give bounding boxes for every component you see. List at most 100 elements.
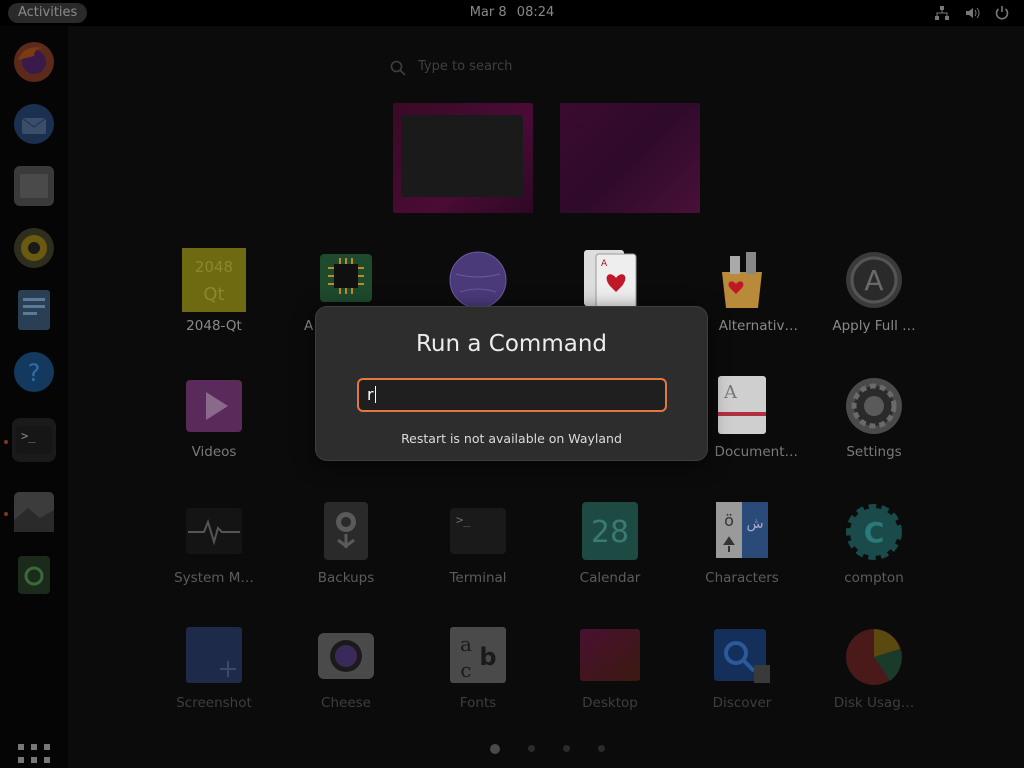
app-backups[interactable]: Backups bbox=[284, 500, 408, 610]
app-calendar[interactable]: 28 Calendar bbox=[548, 500, 672, 610]
disk-usage-icon bbox=[846, 629, 902, 685]
app-label: Fonts bbox=[459, 695, 497, 711]
page-dot-1[interactable] bbox=[490, 744, 500, 754]
show-apps-grid-icon[interactable] bbox=[16, 742, 52, 768]
app-label: Terminal bbox=[449, 570, 507, 586]
image-viewer-icon[interactable] bbox=[12, 490, 56, 534]
terminal-icon: >_ bbox=[450, 508, 506, 554]
search-icon bbox=[390, 60, 406, 76]
app-label: Settings bbox=[846, 444, 902, 460]
screenshot-icon bbox=[186, 627, 242, 683]
char-glyph-2: ش bbox=[746, 516, 763, 532]
running-indicator bbox=[4, 440, 8, 444]
app-discover[interactable]: Discover bbox=[680, 625, 804, 735]
page-dot-3[interactable] bbox=[563, 745, 570, 752]
app-settings[interactable]: Settings bbox=[812, 374, 936, 484]
app-compton[interactable]: C compton bbox=[812, 500, 936, 610]
fonts-icon: a b c bbox=[450, 627, 506, 683]
page-dot-2[interactable] bbox=[528, 745, 535, 752]
svg-text:?: ? bbox=[28, 359, 41, 387]
app-videos[interactable]: Videos bbox=[152, 374, 276, 484]
app-fonts[interactable]: a b c Fonts bbox=[416, 625, 540, 735]
workspace-thumbnail-2[interactable] bbox=[560, 103, 700, 213]
icon-glyph: A bbox=[864, 264, 883, 297]
writer-icon[interactable] bbox=[12, 288, 56, 332]
app-label: System M… bbox=[174, 570, 254, 586]
app-screenshot[interactable]: Screenshot bbox=[152, 625, 276, 735]
solitaire-icon: A bbox=[584, 250, 637, 311]
icon-glyph: C bbox=[864, 516, 885, 549]
trash-icon[interactable] bbox=[12, 552, 56, 596]
cpu-icon bbox=[320, 254, 372, 302]
font-glyph-a: a bbox=[460, 632, 472, 656]
dock: ? >_ bbox=[0, 26, 68, 768]
network-icon[interactable] bbox=[934, 5, 950, 21]
icon-glyph: >_ bbox=[456, 513, 471, 527]
char-glyph-1: ö bbox=[724, 511, 734, 530]
desktop-icon bbox=[580, 629, 640, 681]
app-label: Calendar bbox=[579, 570, 641, 586]
clock-date: Mar 8 bbox=[469, 5, 507, 20]
font-glyph-c: c bbox=[460, 658, 471, 682]
card-letter: A bbox=[601, 259, 608, 269]
compton-icon: C bbox=[846, 504, 902, 560]
backups-icon bbox=[324, 502, 368, 560]
run-command-dialog: Run a Command r Restart is not available… bbox=[315, 306, 708, 461]
dialog-message: Restart is not available on Wayland bbox=[401, 431, 622, 446]
app-label: Backups bbox=[317, 570, 375, 586]
tile-subtext: Qt bbox=[203, 284, 224, 305]
calendar-day: 28 bbox=[591, 515, 629, 550]
tile-text: 2048 bbox=[195, 258, 233, 276]
text-caret bbox=[374, 386, 376, 403]
discover-icon bbox=[714, 629, 770, 683]
dialog-title: Run a Command bbox=[415, 331, 608, 357]
rhythmbox-icon[interactable] bbox=[12, 226, 56, 270]
app-2048-qt[interactable]: 2048 Qt 2048-Qt bbox=[152, 248, 276, 358]
clock-time: 08:24 bbox=[516, 5, 555, 20]
files-icon[interactable] bbox=[12, 164, 56, 208]
videos-icon bbox=[186, 380, 242, 432]
thunderbird-icon[interactable] bbox=[12, 102, 56, 146]
top-bar: Activities Mar 8 08:24 bbox=[0, 0, 1024, 26]
volume-icon[interactable] bbox=[964, 5, 980, 21]
app-disk-usage[interactable]: Disk Usag… bbox=[812, 625, 936, 735]
power-icon[interactable] bbox=[994, 5, 1010, 21]
app-characters[interactable]: ö ش Characters bbox=[680, 500, 804, 610]
command-input-value: r bbox=[367, 385, 374, 404]
page-indicator bbox=[490, 744, 605, 754]
search-placeholder: Type to search bbox=[418, 59, 513, 74]
alternatives-icon bbox=[722, 252, 762, 308]
app-label: Apply Full … bbox=[832, 318, 916, 334]
apply-full-icon: A bbox=[846, 252, 902, 308]
terminal-icon[interactable]: >_ bbox=[12, 418, 56, 462]
app-label: Discover bbox=[712, 695, 772, 711]
app-cheese[interactable]: Cheese bbox=[284, 625, 408, 735]
app-system-monitor[interactable]: System M… bbox=[152, 500, 276, 610]
app-label: Videos bbox=[191, 444, 237, 460]
calendar-icon: 28 bbox=[582, 502, 638, 560]
workspace-thumbnail-1[interactable] bbox=[393, 103, 533, 213]
globe-icon bbox=[449, 251, 507, 309]
app-desktop[interactable]: Desktop bbox=[548, 625, 672, 735]
clock[interactable]: Mar 8 08:24 bbox=[0, 5, 1024, 20]
command-input[interactable]: r bbox=[357, 378, 667, 412]
characters-icon: ö ش bbox=[716, 502, 768, 558]
firefox-icon[interactable] bbox=[12, 40, 56, 84]
font-glyph-b: b bbox=[479, 643, 496, 671]
cheese-icon bbox=[318, 633, 374, 679]
app-terminal[interactable]: >_ Terminal bbox=[416, 500, 540, 610]
running-indicator bbox=[4, 512, 8, 516]
search-bar[interactable]: Type to search bbox=[388, 56, 638, 80]
page-dot-4[interactable] bbox=[598, 745, 605, 752]
system-tray[interactable] bbox=[934, 5, 1010, 21]
app-label: Screenshot bbox=[176, 695, 252, 711]
settings-icon bbox=[846, 378, 902, 434]
app-label: Cheese bbox=[321, 695, 371, 711]
app-apply-full[interactable]: A Apply Full … bbox=[812, 248, 936, 358]
help-icon[interactable]: ? bbox=[12, 350, 56, 394]
window-preview[interactable] bbox=[401, 115, 523, 197]
2048-icon: 2048 Qt bbox=[182, 248, 246, 312]
app-label: Characters bbox=[705, 570, 779, 586]
system-monitor-icon bbox=[186, 508, 242, 554]
app-label: compton bbox=[844, 570, 904, 586]
